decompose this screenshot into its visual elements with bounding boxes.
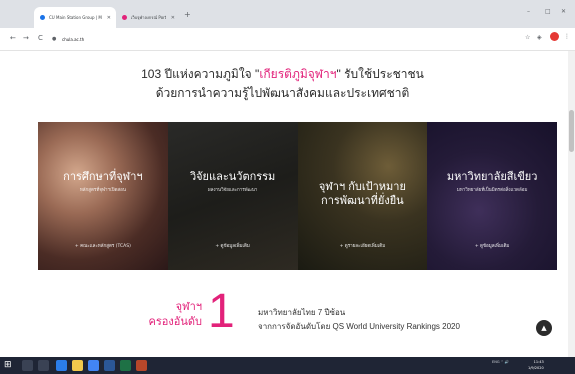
headline-line-1: 103 ปีแห่งความภูมิใจ "เกียรติภูมิจุฬาฯ" … [0,65,565,84]
card-title: วิจัยและนวัตกรรม [189,171,276,183]
ranking-label-line2: ครองอันดับ [148,316,203,328]
profile-avatar-icon[interactable] [550,32,559,41]
headline-line-2: ด้วยการนำความรู้ไปพัฒนาสังคมและประเทศชาต… [155,86,410,100]
address-bar[interactable]: chula.ac.th [62,37,84,42]
tab-close-icon[interactable]: ✕ [107,15,111,21]
file-explorer-icon[interactable] [72,360,83,371]
page-scrollbar-thumb[interactable] [569,110,574,152]
maximize-button[interactable]: □ [545,8,551,15]
minimize-button[interactable]: – [527,8,530,15]
chrome-icon[interactable] [88,360,99,371]
card-green-university[interactable]: มหาวิทยาลัยสีเขียว มหาวิทยาลัยที่เป็นมิต… [427,122,557,270]
card-link[interactable]: + ดูข้อมูลเพิ่มเติม [168,242,298,249]
card-titles: มหาวิทยาลัยสีเขียว มหาวิทยาลัยที่เป็นมิต… [427,170,557,193]
page-scrollbar-track[interactable] [568,51,575,357]
card-education[interactable]: การศึกษาที่จุฬาฯ หลักสูตรที่จุฬาฯเปิดสอน… [38,122,168,270]
ranking-label: จุฬาฯ ครองอันดับ [132,300,203,330]
tab-title: เว็บจุฬาลงกรณ์ Portfolio [131,15,166,20]
edge-browser-icon[interactable] [56,360,67,371]
card-titles: วิจัยและนวัตกรรม ผลงานวิจัยและการพัฒนา [168,170,298,193]
headline-text: 103 ปีแห่งความภูมิใจ " [141,67,260,81]
card-link[interactable]: + คณะและหลักสูตร (TCAS) [38,242,168,249]
browser-toolbar: ← → C ● chula.ac.th ☆ ◈ [0,28,575,51]
browser-tab-bar: CU Main Station Group | Main ✕ เว็บจุฬาล… [0,0,575,28]
tab-portfolio[interactable]: เว็บจุฬาลงกรณ์ Portfolio ✕ [116,7,180,28]
ranking-number: 1 [208,285,235,338]
clock[interactable]: 11:43 1/9/2020 [528,359,544,371]
windows-start-icon[interactable]: ⊞ [4,360,12,370]
card-subtitle: มหาวิทยาลัยที่เป็นมิตรต่อสิ่งแวดล้อม [456,187,528,192]
headline-text: " รับใช้ประชาชน [336,67,424,81]
card-title: การศึกษาที่จุฬาฯ [63,171,143,183]
card-titles: การศึกษาที่จุฬาฯ หลักสูตรที่จุฬาฯเปิดสอน [38,170,168,193]
tab-favicon-icon [40,15,45,20]
bookmark-star-icon[interactable]: ☆ [525,34,530,41]
system-tray[interactable]: ENG ⌃ 🔊 [492,359,509,365]
ranking-label-line1: จุฬาฯ [175,301,202,313]
tab-favicon-icon [122,15,127,20]
feature-cards: การศึกษาที่จุฬาฯ หลักสูตรที่จุฬาฯเปิดสอน… [38,122,557,270]
new-tab-button[interactable]: + [184,10,191,19]
card-title: จุฬาฯ กับเป้าหมาย การพัฒนาที่ยั่งยืน [318,181,406,207]
extension-icon[interactable]: ◈ [537,34,542,41]
ranking-description-line1: มหาวิทยาลัยไทย 7 ปีซ้อน [258,308,346,317]
window-close-button[interactable]: ✕ [561,8,566,15]
tab-chula-main[interactable]: CU Main Station Group | Main ✕ [34,7,116,28]
back-arrow-icon[interactable]: ← [10,34,16,42]
ranking-description-line2: จากการจัดอันดับโดย QS World University R… [258,322,460,331]
headline-highlight: เกียรติภูมิจุฬาฯ [259,67,337,81]
card-titles: จุฬาฯ กับเป้าหมาย การพัฒนาที่ยั่งยืน [298,162,428,226]
card-link[interactable]: + ดูรายละเอียดเพิ่มเติม [298,242,428,249]
lock-icon: ● [52,36,57,42]
excel-icon[interactable] [120,360,131,371]
task-view-icon[interactable] [38,360,49,371]
reload-icon[interactable]: C [38,34,43,42]
card-sdg[interactable]: จุฬาฯ กับเป้าหมาย การพัฒนาที่ยั่งยืน + ด… [297,122,428,270]
card-research[interactable]: วิจัยและนวัตกรรม ผลงานวิจัยและการพัฒนา +… [167,122,298,270]
card-subtitle: ผลงานวิจัยและการพัฒนา [207,187,258,192]
forward-arrow-icon[interactable]: → [23,34,29,42]
taskbar: ⊞ ENG ⌃ 🔊 11:43 1/9/2020 [0,357,575,374]
card-title: มหาวิทยาลัยสีเขียว [446,171,538,183]
powerpoint-icon[interactable] [136,360,147,371]
clock-date: 1/9/2020 [528,366,544,370]
browser-menu-icon[interactable]: ⋮ [564,33,570,40]
word-icon[interactable] [104,360,115,371]
card-subtitle: หลักสูตรที่จุฬาฯเปิดสอน [79,187,126,192]
card-link[interactable]: + ดูข้อมูลเพิ่มเติม [427,242,557,249]
search-icon[interactable] [22,360,33,371]
tab-close-icon[interactable]: ✕ [171,15,175,21]
scroll-to-top-button[interactable]: ▲ [536,320,552,336]
tab-title: CU Main Station Group | Main [49,15,102,20]
ranking-description: มหาวิทยาลัยไทย 7 ปีซ้อน จากการจัดอันดับโ… [258,306,460,334]
page-headline: 103 ปีแห่งความภูมิใจ "เกียรติภูมิจุฬาฯ" … [0,65,565,103]
